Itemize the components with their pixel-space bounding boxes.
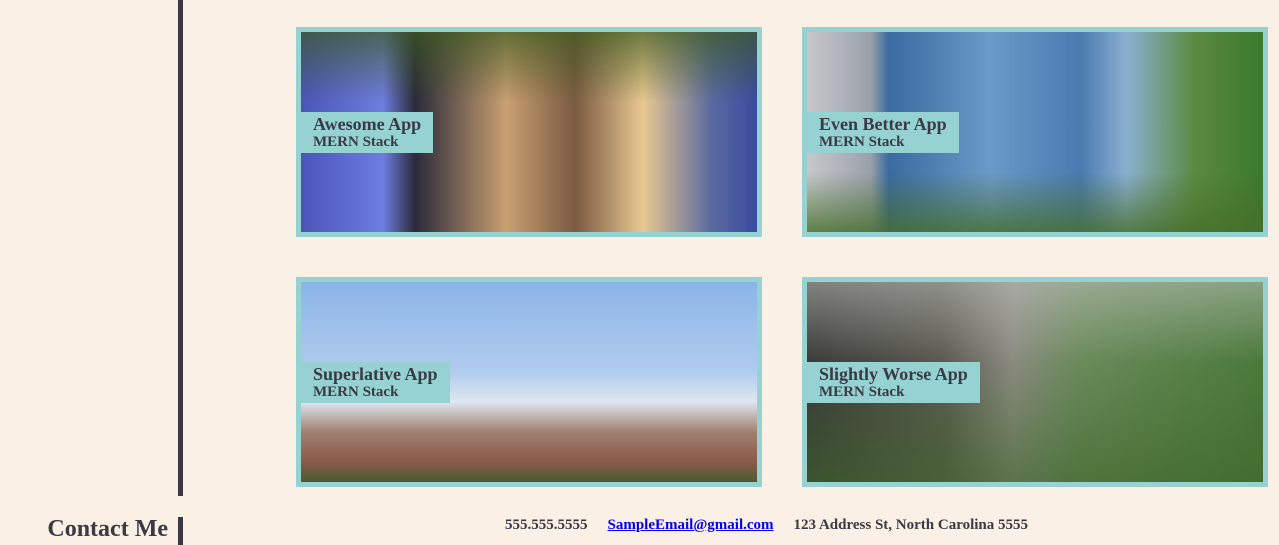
contact-phone: 555.555.5555 — [505, 517, 588, 533]
project-title: Even Better App — [819, 114, 947, 134]
contact-heading: Contact Me — [47, 516, 168, 542]
contact-info: 555.555.5555 SampleEmail@gmail.com 123 A… — [505, 517, 1028, 534]
project-label: Even Better App MERN Stack — [807, 112, 959, 153]
project-card-awesome-app[interactable]: Awesome App MERN Stack — [296, 27, 762, 237]
project-title: Superlative App — [313, 364, 438, 384]
project-title: Slightly Worse App — [819, 364, 968, 384]
project-stack: MERN Stack — [819, 384, 905, 400]
project-card-slightly-worse-app[interactable]: Slightly Worse App MERN Stack — [802, 277, 1268, 487]
project-card-even-better-app[interactable]: Even Better App MERN Stack — [802, 27, 1268, 237]
project-stack: MERN Stack — [819, 134, 905, 150]
project-label: Superlative App MERN Stack — [301, 362, 450, 403]
contact-address: 123 Address St, North Carolina 5555 — [793, 517, 1029, 533]
project-stack: MERN Stack — [313, 384, 399, 400]
project-card-superlative-app[interactable]: Superlative App MERN Stack — [296, 277, 762, 487]
project-label: Awesome App MERN Stack — [301, 112, 434, 153]
project-stack: MERN Stack — [313, 134, 399, 150]
project-label: Slightly Worse App MERN Stack — [807, 362, 980, 403]
contact-email-link[interactable]: SampleEmail@gmail.com — [608, 517, 774, 534]
contact-divider-bar — [178, 517, 183, 545]
project-title: Awesome App — [313, 114, 422, 134]
divider-bar — [178, 0, 183, 496]
